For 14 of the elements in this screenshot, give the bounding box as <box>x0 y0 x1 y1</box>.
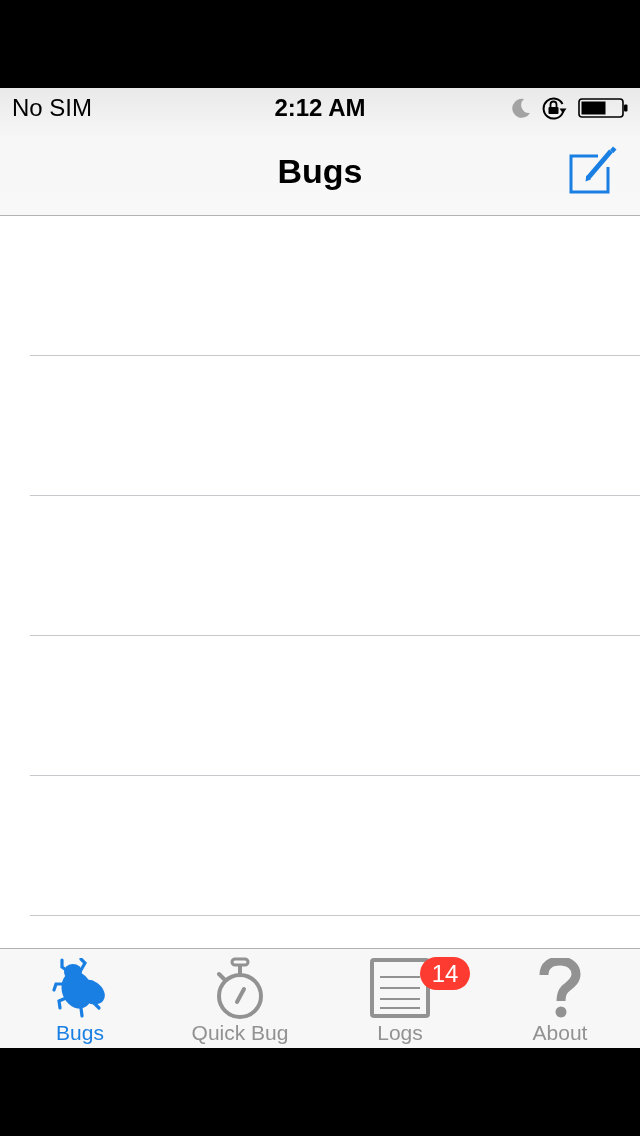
tab-bar-item[interactable]: About <box>480 949 640 1048</box>
document-lines-icon <box>370 958 430 1018</box>
nav-title: Bugs <box>277 151 363 191</box>
tab-bar-item[interactable]: Bugs <box>0 949 160 1048</box>
compose-icon <box>568 145 618 195</box>
tab-bar-item[interactable]: 14 Logs <box>320 949 480 1048</box>
battery-icon <box>578 98 628 118</box>
count-badge: 14 <box>420 957 470 990</box>
stopwatch-icon <box>215 957 265 1019</box>
question-mark-icon <box>538 958 582 1018</box>
carrier-label: No SIM <box>12 94 92 122</box>
tab-bar-item[interactable]: Quick Bug <box>160 949 320 1048</box>
compose-button[interactable] <box>568 145 618 195</box>
status-time: 2:12 AM <box>274 94 366 122</box>
